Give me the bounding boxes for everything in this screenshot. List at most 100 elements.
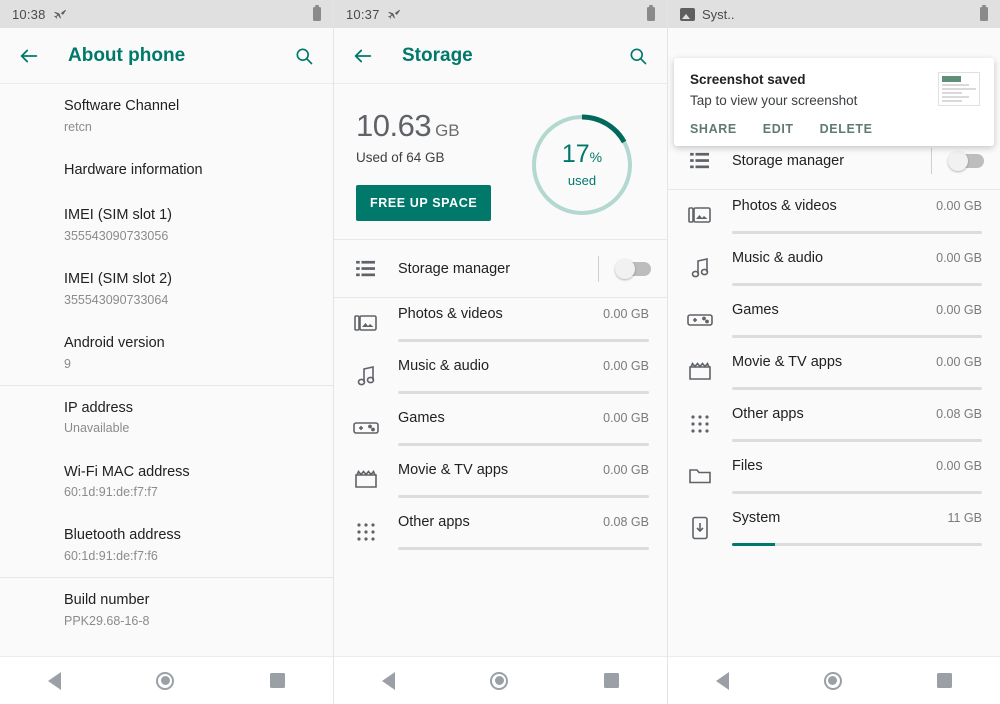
page-title: About phone bbox=[68, 44, 186, 66]
category-head: Music & audio 0.00 GB bbox=[398, 358, 649, 374]
nav-recents-icon[interactable] bbox=[937, 673, 953, 688]
category-name: Other apps bbox=[732, 406, 804, 422]
category-size: 0.00 GB bbox=[936, 199, 982, 213]
storage-category-row[interactable]: Music & audio 0.00 GB bbox=[668, 242, 1000, 294]
free-up-space-button[interactable]: FREE UP SPACE bbox=[356, 185, 492, 221]
nav-back-icon[interactable] bbox=[715, 671, 729, 690]
storage-category-row[interactable]: Photos & videos 0.00 GB bbox=[334, 298, 667, 350]
category-head: System 11 GB bbox=[732, 510, 982, 526]
storage-category-row[interactable]: Movie & TV apps 0.00 GB bbox=[334, 454, 667, 506]
list-item[interactable]: IMEI (SIM slot 2) 355543090733064 bbox=[0, 257, 333, 321]
nav-back-icon[interactable] bbox=[47, 671, 61, 690]
list-item[interactable]: IP address Unavailable bbox=[0, 384, 333, 450]
list-item-value: 355543090733064 bbox=[64, 292, 169, 307]
storage-donut-chart: 17% used bbox=[527, 110, 637, 220]
notification-title: Screenshot saved bbox=[690, 72, 806, 87]
category-head: Movie & TV apps 0.00 GB bbox=[732, 354, 982, 370]
category-progress-bar bbox=[398, 391, 649, 394]
music-audio-icon bbox=[334, 365, 398, 387]
category-name: Music & audio bbox=[398, 358, 490, 374]
category-head: Photos & videos 0.00 GB bbox=[732, 198, 982, 214]
category-head: Music & audio 0.00 GB bbox=[732, 250, 982, 266]
category-body: Other apps 0.08 GB bbox=[398, 514, 651, 550]
category-name: Photos & videos bbox=[398, 306, 503, 322]
nav-back-icon[interactable] bbox=[381, 671, 395, 690]
list-item[interactable]: Build number PPK29.68-16-8 bbox=[0, 577, 333, 642]
category-progress-bar bbox=[732, 387, 982, 390]
search-icon[interactable] bbox=[291, 43, 317, 69]
photos-videos-icon bbox=[334, 313, 398, 335]
storage-category-row[interactable]: Files 0.00 GB bbox=[668, 450, 1000, 502]
category-size: 0.00 GB bbox=[603, 411, 649, 425]
share-button[interactable]: SHARE bbox=[690, 122, 737, 136]
storage-manager-toggle[interactable] bbox=[948, 150, 984, 171]
category-body: Other apps 0.08 GB bbox=[732, 406, 984, 442]
list-item-title: Android version bbox=[64, 335, 165, 351]
list-item[interactable]: Software Channel retcn bbox=[0, 84, 333, 148]
page-title: Storage bbox=[402, 44, 473, 66]
storage-manager-icon bbox=[334, 260, 398, 278]
donut-label-group: 17% used bbox=[527, 110, 637, 220]
category-size: 0.00 GB bbox=[936, 251, 982, 265]
navigation-bar-storage bbox=[334, 656, 667, 704]
list-item[interactable]: Android version 9 bbox=[0, 321, 333, 385]
games-icon bbox=[668, 311, 732, 329]
nav-recents-icon[interactable] bbox=[270, 673, 286, 688]
movie-tv-apps-icon bbox=[668, 361, 732, 383]
edit-button[interactable]: EDIT bbox=[763, 122, 794, 136]
category-progress-bar bbox=[732, 283, 982, 286]
category-name: Files bbox=[732, 458, 763, 474]
other-apps-icon bbox=[334, 522, 398, 542]
panel-about-phone: 10:38 About phone Software Channel retcn… bbox=[0, 0, 334, 704]
back-arrow-icon[interactable] bbox=[350, 43, 376, 69]
storage-category-row[interactable]: Music & audio 0.00 GB bbox=[334, 350, 667, 402]
back-arrow-icon[interactable] bbox=[16, 43, 42, 69]
image-notification-icon bbox=[680, 7, 695, 21]
nav-home-icon[interactable] bbox=[823, 671, 842, 690]
status-bar-about: 10:38 bbox=[0, 0, 333, 28]
screenshot-thumbnail[interactable] bbox=[938, 72, 980, 106]
storage-manager-row[interactable]: Storage manager bbox=[334, 240, 667, 298]
storage-manager-toggle[interactable] bbox=[615, 258, 651, 279]
delete-button[interactable]: DELETE bbox=[820, 122, 873, 136]
nav-recents-icon[interactable] bbox=[604, 673, 620, 688]
category-name: Photos & videos bbox=[732, 198, 837, 214]
list-item[interactable]: Hardware information bbox=[0, 148, 333, 194]
multi-panel-screenshot: 10:38 About phone Software Channel retcn… bbox=[0, 0, 1000, 704]
storage-manager-label: Storage manager bbox=[732, 152, 845, 169]
nav-home-icon[interactable] bbox=[156, 671, 175, 690]
photos-videos-icon bbox=[668, 205, 732, 227]
other-apps-icon bbox=[668, 414, 732, 434]
storage-total-label: Used of 64 GB bbox=[356, 150, 445, 165]
thumbnail-line bbox=[942, 92, 963, 94]
list-item[interactable]: Bluetooth address 60:1d:91:de:f7:f6 bbox=[0, 513, 333, 577]
thumbnail-line bbox=[942, 84, 970, 86]
storage-category-row[interactable]: System 11 GB bbox=[668, 502, 1000, 554]
storage-category-row[interactable]: Games 0.00 GB bbox=[668, 294, 1000, 346]
storage-category-row[interactable]: Movie & TV apps 0.00 GB bbox=[668, 346, 1000, 398]
list-item-value: Unavailable bbox=[64, 421, 130, 436]
storage-category-row[interactable]: Games 0.00 GB bbox=[334, 402, 667, 454]
category-head: Other apps 0.08 GB bbox=[398, 514, 649, 530]
airplane-mode-icon bbox=[53, 8, 67, 22]
about-phone-content: Software Channel retcn Hardware informat… bbox=[0, 84, 333, 704]
thumbnail-line bbox=[942, 100, 963, 102]
storage-category-row[interactable]: Photos & videos 0.00 GB bbox=[668, 190, 1000, 242]
category-head: Games 0.00 GB bbox=[398, 410, 649, 426]
list-item-value: retcn bbox=[64, 119, 92, 134]
category-progress-bar bbox=[732, 543, 982, 546]
battery-icon bbox=[313, 4, 321, 21]
screenshot-notification-card[interactable]: Screenshot saved Tap to view your screen… bbox=[674, 58, 994, 146]
status-bar-time: 10:38 bbox=[12, 6, 46, 22]
search-icon[interactable] bbox=[625, 43, 651, 69]
category-head: Files 0.00 GB bbox=[732, 458, 982, 474]
storage-category-row[interactable]: Other apps 0.08 GB bbox=[668, 398, 1000, 450]
list-item-title: IMEI (SIM slot 1) bbox=[64, 207, 172, 224]
category-name: Games bbox=[398, 410, 445, 426]
app-bar-about: About phone bbox=[0, 28, 333, 84]
list-item[interactable]: Wi-Fi MAC address 60:1d:91:de:f7:f7 bbox=[0, 450, 333, 514]
nav-home-icon[interactable] bbox=[490, 671, 509, 690]
list-item[interactable]: IMEI (SIM slot 1) 355543090733056 bbox=[0, 193, 333, 257]
storage-category-row[interactable]: Other apps 0.08 GB bbox=[334, 506, 667, 558]
storage-summary: 10.63GB Used of 64 GB FREE UP SPACE 17% bbox=[334, 84, 667, 240]
